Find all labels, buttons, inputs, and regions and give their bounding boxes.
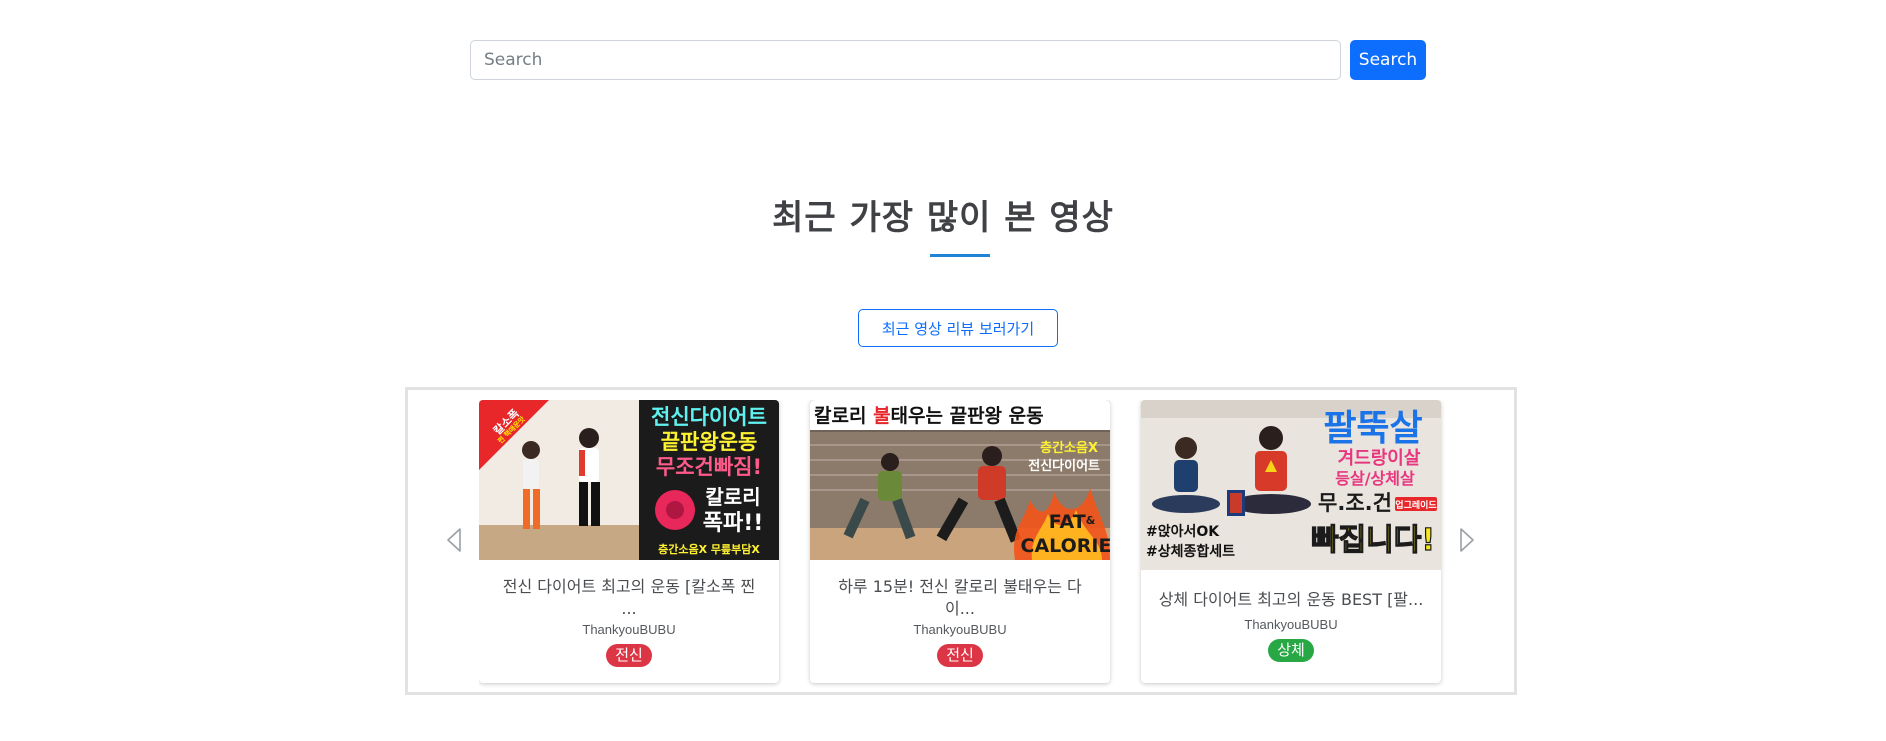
video-title-line: 상체 다이어트 최고의 운동 BEST [팔... (1158, 590, 1424, 609)
chevron-left-icon (447, 528, 461, 552)
section-title: 최근 가장 많이 본 영상 (772, 198, 1114, 238)
thumb-sub-line: 전신다이어트 (1028, 458, 1100, 474)
video-thumbnail: 칼로리 불태우는 끝판왕 운동 층간소음X 전신다이어트 FAT& CALORI… (810, 400, 1110, 560)
video-thumbnail: 팔뚝살 겨드랑이살 등살/상체살 무.조.건 업그레이드 빠집니다! #앉아서O… (1141, 400, 1441, 570)
thumb-line: 무.조.건 (1318, 491, 1392, 515)
thumb-line: 끝판왕운동 (661, 430, 758, 454)
thumb-line: 무조건빠짐! (656, 455, 762, 479)
search-input[interactable] (470, 40, 1341, 80)
carousel-prev-button[interactable] (439, 525, 469, 555)
carousel-next-button[interactable] (1452, 525, 1482, 555)
video-title: 상체 다이어트 최고의 운동 BEST [팔... (1155, 587, 1427, 613)
title-underline (930, 254, 990, 257)
thumb-hashtag: #상체종합세트 (1146, 543, 1235, 560)
video-title-line: 이... (945, 599, 975, 618)
thumb-line: 전신다이어트 (651, 405, 767, 429)
thumb-line: 칼로리 (705, 485, 760, 509)
thumb-calorie: CALORIE (1021, 535, 1110, 557)
video-title-line: ... (621, 599, 637, 618)
search-button[interactable]: Search (1350, 40, 1426, 80)
thumb-line: 층간소음X 무릎부담X (658, 542, 760, 556)
thumb-hashtag: #앉아서OK (1146, 523, 1220, 540)
thumb-line: 팔뚝살 (1323, 408, 1422, 449)
carousel-track: 칼소폭 찐 핵매운맛 전신다이어트 끝판왕운동 무조건빠짐! 칼로리 폭파!! … (479, 400, 1445, 690)
search-bar: Search (470, 40, 1426, 80)
thumb-headline: 칼로리 불태우는 끝판왕 운동 (814, 405, 1044, 427)
video-card[interactable]: 팔뚝살 겨드랑이살 등살/상체살 무.조.건 업그레이드 빠집니다! #앉아서O… (1141, 400, 1441, 683)
category-badge: 전신 (937, 644, 983, 667)
video-title-line: 하루 15분! 전신 칼로리 불태우는 다 (838, 577, 1082, 596)
video-card[interactable]: 칼로리 불태우는 끝판왕 운동 층간소음X 전신다이어트 FAT& CALORI… (810, 400, 1110, 683)
video-title: 하루 15분! 전신 칼로리 불태우는 다 이... (824, 574, 1096, 618)
video-title-line: 전신 다이어트 최고의 운동 [칼소폭 찐 (502, 577, 756, 596)
thumb-tag: 업그레이드 (1395, 499, 1437, 511)
thumb-line: 겨드랑이살 (1338, 448, 1421, 469)
recent-review-button[interactable]: 최근 영상 리뷰 보러가기 (858, 309, 1058, 347)
video-card[interactable]: 칼소폭 찐 핵매운맛 전신다이어트 끝판왕운동 무조건빠짐! 칼로리 폭파!! … (479, 400, 779, 683)
video-carousel: 칼소폭 찐 핵매운맛 전신다이어트 끝판왕운동 무조건빠짐! 칼로리 폭파!! … (405, 387, 1517, 695)
thumb-line: 등살/상체살 (1335, 469, 1415, 488)
video-title: 전신 다이어트 최고의 운동 [칼소폭 찐 ... (493, 574, 765, 618)
video-channel: ThankyouBUBU (1244, 617, 1338, 632)
category-badge: 전신 (606, 644, 652, 667)
video-channel: ThankyouBUBU (913, 622, 1007, 637)
video-channel: ThankyouBUBU (582, 622, 676, 637)
video-thumbnail: 칼소폭 찐 핵매운맛 전신다이어트 끝판왕운동 무조건빠짐! 칼로리 폭파!! … (479, 400, 779, 560)
thumb-line: 폭파!! (703, 511, 764, 536)
thumb-line: 빠집니다! (1311, 523, 1435, 558)
category-badge: 상체 (1268, 639, 1314, 662)
thumb-sub-line: 층간소음X (1040, 440, 1098, 456)
chevron-right-icon (1460, 528, 1474, 552)
